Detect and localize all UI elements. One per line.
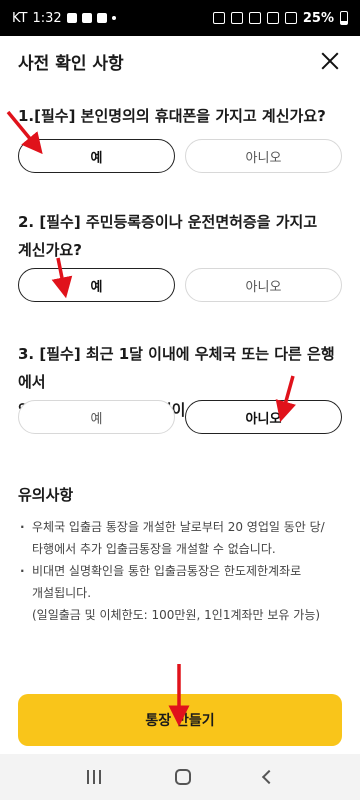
volte-icon — [266, 12, 279, 24]
question-2-title-line2: 계신가요? — [18, 241, 82, 259]
question-1-yes-button[interactable]: 예 — [18, 139, 175, 173]
image-icon — [81, 13, 92, 23]
back-icon[interactable] — [261, 769, 276, 785]
create-account-button[interactable]: 통장 만들기 — [18, 694, 342, 746]
wifi-icon — [248, 12, 261, 24]
question-2-title-line1: 2. [필수] 주민등록증이나 운전면허증을 가지고 — [18, 213, 318, 231]
question-1-options: 예 아니오 — [18, 139, 342, 173]
recent-apps-icon[interactable] — [86, 770, 102, 784]
question-2-no-button[interactable]: 아니오 — [185, 268, 342, 302]
carrier-label: KT — [12, 10, 28, 26]
alarm-icon — [212, 12, 225, 24]
notification-dot-icon — [111, 16, 116, 20]
page-title: 사전 확인 사항 — [18, 53, 124, 74]
question-1-no-button[interactable]: 아니오 — [185, 139, 342, 173]
notice-item-continuation: 개설됩니다. — [32, 586, 92, 600]
notice-title: 유의사항 — [18, 486, 74, 504]
clock: 1:32 — [32, 10, 62, 26]
status-right: 25% — [212, 10, 348, 26]
question-3-options: 예 아니오 — [18, 400, 342, 434]
notice-item-continuation: (일일출금 및 이체한도: 100만원, 1인1계좌만 보유 가능) — [32, 608, 321, 622]
status-left: KT 1:32 — [12, 11, 116, 26]
notice-item: 비대면 실명확인을 통한 입출금통장은 한도제한계좌로 — [18, 560, 348, 582]
question-2-title: 2. [필수] 주민등록증이나 운전면허증을 가지고 계신가요? — [18, 208, 348, 264]
notice-item-continuation: 타행에서 추가 입출금통장을 개설할 수 없습니다. — [32, 542, 276, 556]
question-2-options: 예 아니오 — [18, 268, 342, 302]
battery-icon — [340, 11, 348, 25]
system-nav-bar — [0, 754, 360, 800]
battery-percent: 25% — [302, 10, 334, 26]
dialog-header: 사전 확인 사항 — [0, 36, 360, 86]
notice-list: 우체국 입출금 통장을 개설한 날로부터 20 영업일 동안 당/ 타행에서 추… — [18, 516, 348, 626]
gallery-icon — [66, 13, 77, 23]
question-2-yes-button[interactable]: 예 — [18, 268, 175, 302]
home-icon[interactable] — [174, 769, 191, 785]
lock-icon — [96, 13, 107, 23]
close-icon[interactable] — [318, 49, 342, 73]
notice-item: 우체국 입출금 통장을 개설한 날로부터 20 영업일 동안 당/ — [18, 516, 348, 538]
signal-icon — [284, 12, 297, 24]
question-3-no-button[interactable]: 아니오 — [185, 400, 342, 434]
question-3-yes-button[interactable]: 예 — [18, 400, 175, 434]
question-3-title-line1: 3. [필수] 최근 1달 이내에 우체국 또는 다른 은행에서 — [18, 345, 335, 391]
mute-icon — [230, 12, 243, 24]
question-1-title: 1.[필수] 본인명의의 휴대폰을 가지고 계신가요? — [18, 107, 326, 125]
status-bar: KT 1:32 25% — [0, 0, 360, 36]
